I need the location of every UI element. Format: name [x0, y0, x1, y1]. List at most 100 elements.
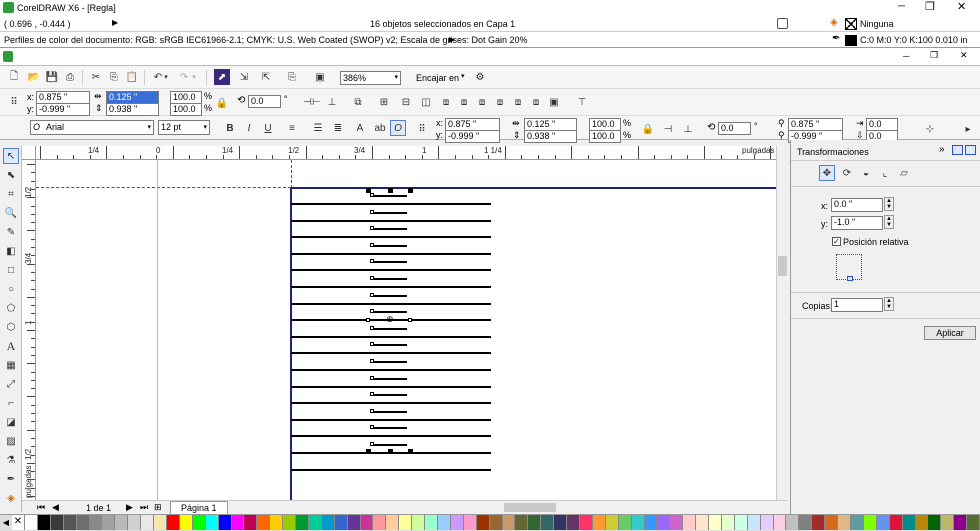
doc-minimize-button[interactable]: ─ [903, 51, 909, 61]
vertical-scrollbar[interactable] [776, 146, 788, 500]
color-swatch[interactable] [205, 515, 219, 530]
text-scale-y-input[interactable]: 100.0 [589, 130, 621, 143]
color-swatch[interactable] [734, 515, 748, 530]
ruler-line[interactable] [291, 468, 491, 471]
color-swatch[interactable] [244, 515, 258, 530]
color-swatch[interactable] [141, 515, 155, 530]
spinner-icon[interactable]: ▲ ▼ [884, 297, 894, 311]
drawing-canvas[interactable]: ⊕ [36, 160, 776, 500]
color-swatch[interactable] [605, 515, 619, 530]
ruler-origin[interactable] [22, 146, 36, 160]
add-page-icon[interactable]: ⊞ [154, 502, 162, 513]
ruler-line[interactable] [291, 352, 491, 355]
color-swatch[interactable] [618, 515, 632, 530]
color-swatch[interactable] [554, 515, 568, 530]
color-swatch[interactable] [154, 515, 167, 530]
color-swatch[interactable] [515, 515, 529, 530]
object-origin-icon[interactable]: ⠿ [414, 121, 430, 137]
vertical-ruler[interactable]: 1/2 3/4 1 1/2 pulgadas [22, 160, 36, 506]
spinner-icon[interactable]: ▲ ▼ [884, 215, 894, 229]
color-swatch[interactable] [967, 515, 980, 530]
node-handle[interactable] [370, 276, 374, 280]
scale-mirror-icon[interactable]: ◒ [858, 165, 874, 181]
redo-dropdown-icon[interactable]: ▾ [190, 69, 198, 85]
crop-tool-icon[interactable]: ⌗ [3, 186, 19, 202]
front-minus-back-icon[interactable]: ⧈ [510, 94, 526, 110]
guideline-vertical[interactable] [291, 160, 292, 188]
close-button[interactable]: ✕ [957, 0, 966, 13]
color-swatch[interactable] [476, 515, 490, 530]
node-handle[interactable] [370, 193, 374, 197]
ruler-line[interactable] [291, 269, 491, 272]
color-swatch[interactable] [321, 515, 335, 530]
selection-handle[interactable] [408, 449, 413, 454]
dimension-tool-icon[interactable]: ⤢ [3, 376, 19, 392]
scroll-thumb[interactable] [778, 256, 787, 276]
ruler-mark[interactable] [373, 294, 407, 297]
ruler-mark[interactable] [373, 278, 407, 280]
ruler-mark[interactable] [373, 361, 407, 363]
color-swatch[interactable] [360, 515, 374, 530]
color-swatch[interactable] [463, 515, 477, 530]
color-swatch[interactable] [166, 515, 180, 530]
node-handle[interactable] [370, 342, 374, 347]
group-icon[interactable]: ⧉ [350, 94, 366, 110]
color-swatch[interactable] [902, 515, 916, 530]
ruler-line[interactable] [291, 335, 491, 338]
ruler-mark[interactable] [373, 444, 407, 446]
color-swatch[interactable] [296, 515, 309, 530]
docker-x-input[interactable]: 0.0 " [831, 198, 883, 212]
lock-ratio-icon[interactable]: 🔒 [214, 95, 230, 111]
ruler-line[interactable] [291, 369, 491, 371]
mirror-horizontal-icon[interactable]: ⊣ [660, 121, 676, 137]
no-color-swatch[interactable]: ✕ [12, 515, 25, 530]
color-swatch[interactable] [851, 515, 864, 530]
ruler-line[interactable] [291, 286, 491, 288]
horizontal-ruler[interactable]: 1/4 0 1/4 1/2 3/4 1 1 1/4 pulgadas [36, 146, 855, 160]
color-swatch[interactable] [863, 515, 877, 530]
undo-dropdown-icon[interactable]: ▾ [162, 69, 170, 85]
size-icon[interactable]: ⌞ [877, 165, 893, 181]
color-swatch[interactable] [438, 515, 451, 530]
color-swatch[interactable] [102, 515, 116, 530]
rectangle-tool-icon[interactable]: □ [3, 262, 19, 278]
prev-page-icon[interactable]: ◀ [52, 502, 59, 513]
node-handle[interactable] [370, 259, 374, 264]
color-swatch[interactable] [63, 515, 77, 530]
quick-customize-icon[interactable]: ▸ [960, 121, 976, 137]
ruler-mark[interactable] [373, 195, 407, 197]
simplify-icon[interactable]: ⧈ [492, 94, 508, 110]
character-formatting-icon[interactable]: A [352, 120, 368, 136]
color-swatch[interactable] [25, 515, 38, 530]
y-position-input[interactable]: -0.999 " [36, 103, 90, 116]
color-swatch[interactable] [308, 515, 322, 530]
color-swatch[interactable] [218, 515, 232, 530]
node-handle[interactable] [370, 242, 374, 247]
color-swatch[interactable] [347, 515, 361, 530]
copy-icon[interactable]: ⎘ [106, 69, 122, 85]
color-swatch[interactable] [721, 515, 735, 530]
color-swatch[interactable] [657, 515, 671, 530]
italic-icon[interactable]: I [241, 120, 257, 136]
font-select[interactable]: O Arial ▾ [30, 120, 154, 135]
font-size-select[interactable]: 12 pt ▾ [158, 120, 210, 135]
color-swatch[interactable] [631, 515, 645, 530]
bullet-list-icon[interactable]: ☰ [310, 120, 326, 136]
color-swatch[interactable] [334, 515, 348, 530]
back-minus-front-icon[interactable]: ⧈ [528, 94, 544, 110]
selection-handle[interactable] [408, 188, 413, 193]
skew-icon[interactable]: ▱ [896, 165, 912, 181]
color-swatch[interactable] [192, 515, 206, 530]
selection-handle[interactable] [366, 449, 371, 454]
h-scroll-thumb[interactable] [504, 503, 556, 512]
eyedropper-tool-icon[interactable]: ⚗ [3, 452, 19, 468]
chevron-down-icon[interactable]: ▾ [461, 72, 465, 80]
color-swatch[interactable] [915, 515, 929, 530]
color-swatch[interactable] [683, 515, 697, 530]
lock-ratio-icon[interactable]: 🔒 [640, 121, 656, 137]
color-swatch[interactable] [115, 515, 129, 530]
weld-icon[interactable]: ⧈ [438, 94, 454, 110]
selection-handle[interactable] [388, 449, 393, 454]
import-icon[interactable]: ⇲ [236, 69, 252, 85]
options-icon[interactable]: ⚙ [472, 69, 488, 85]
